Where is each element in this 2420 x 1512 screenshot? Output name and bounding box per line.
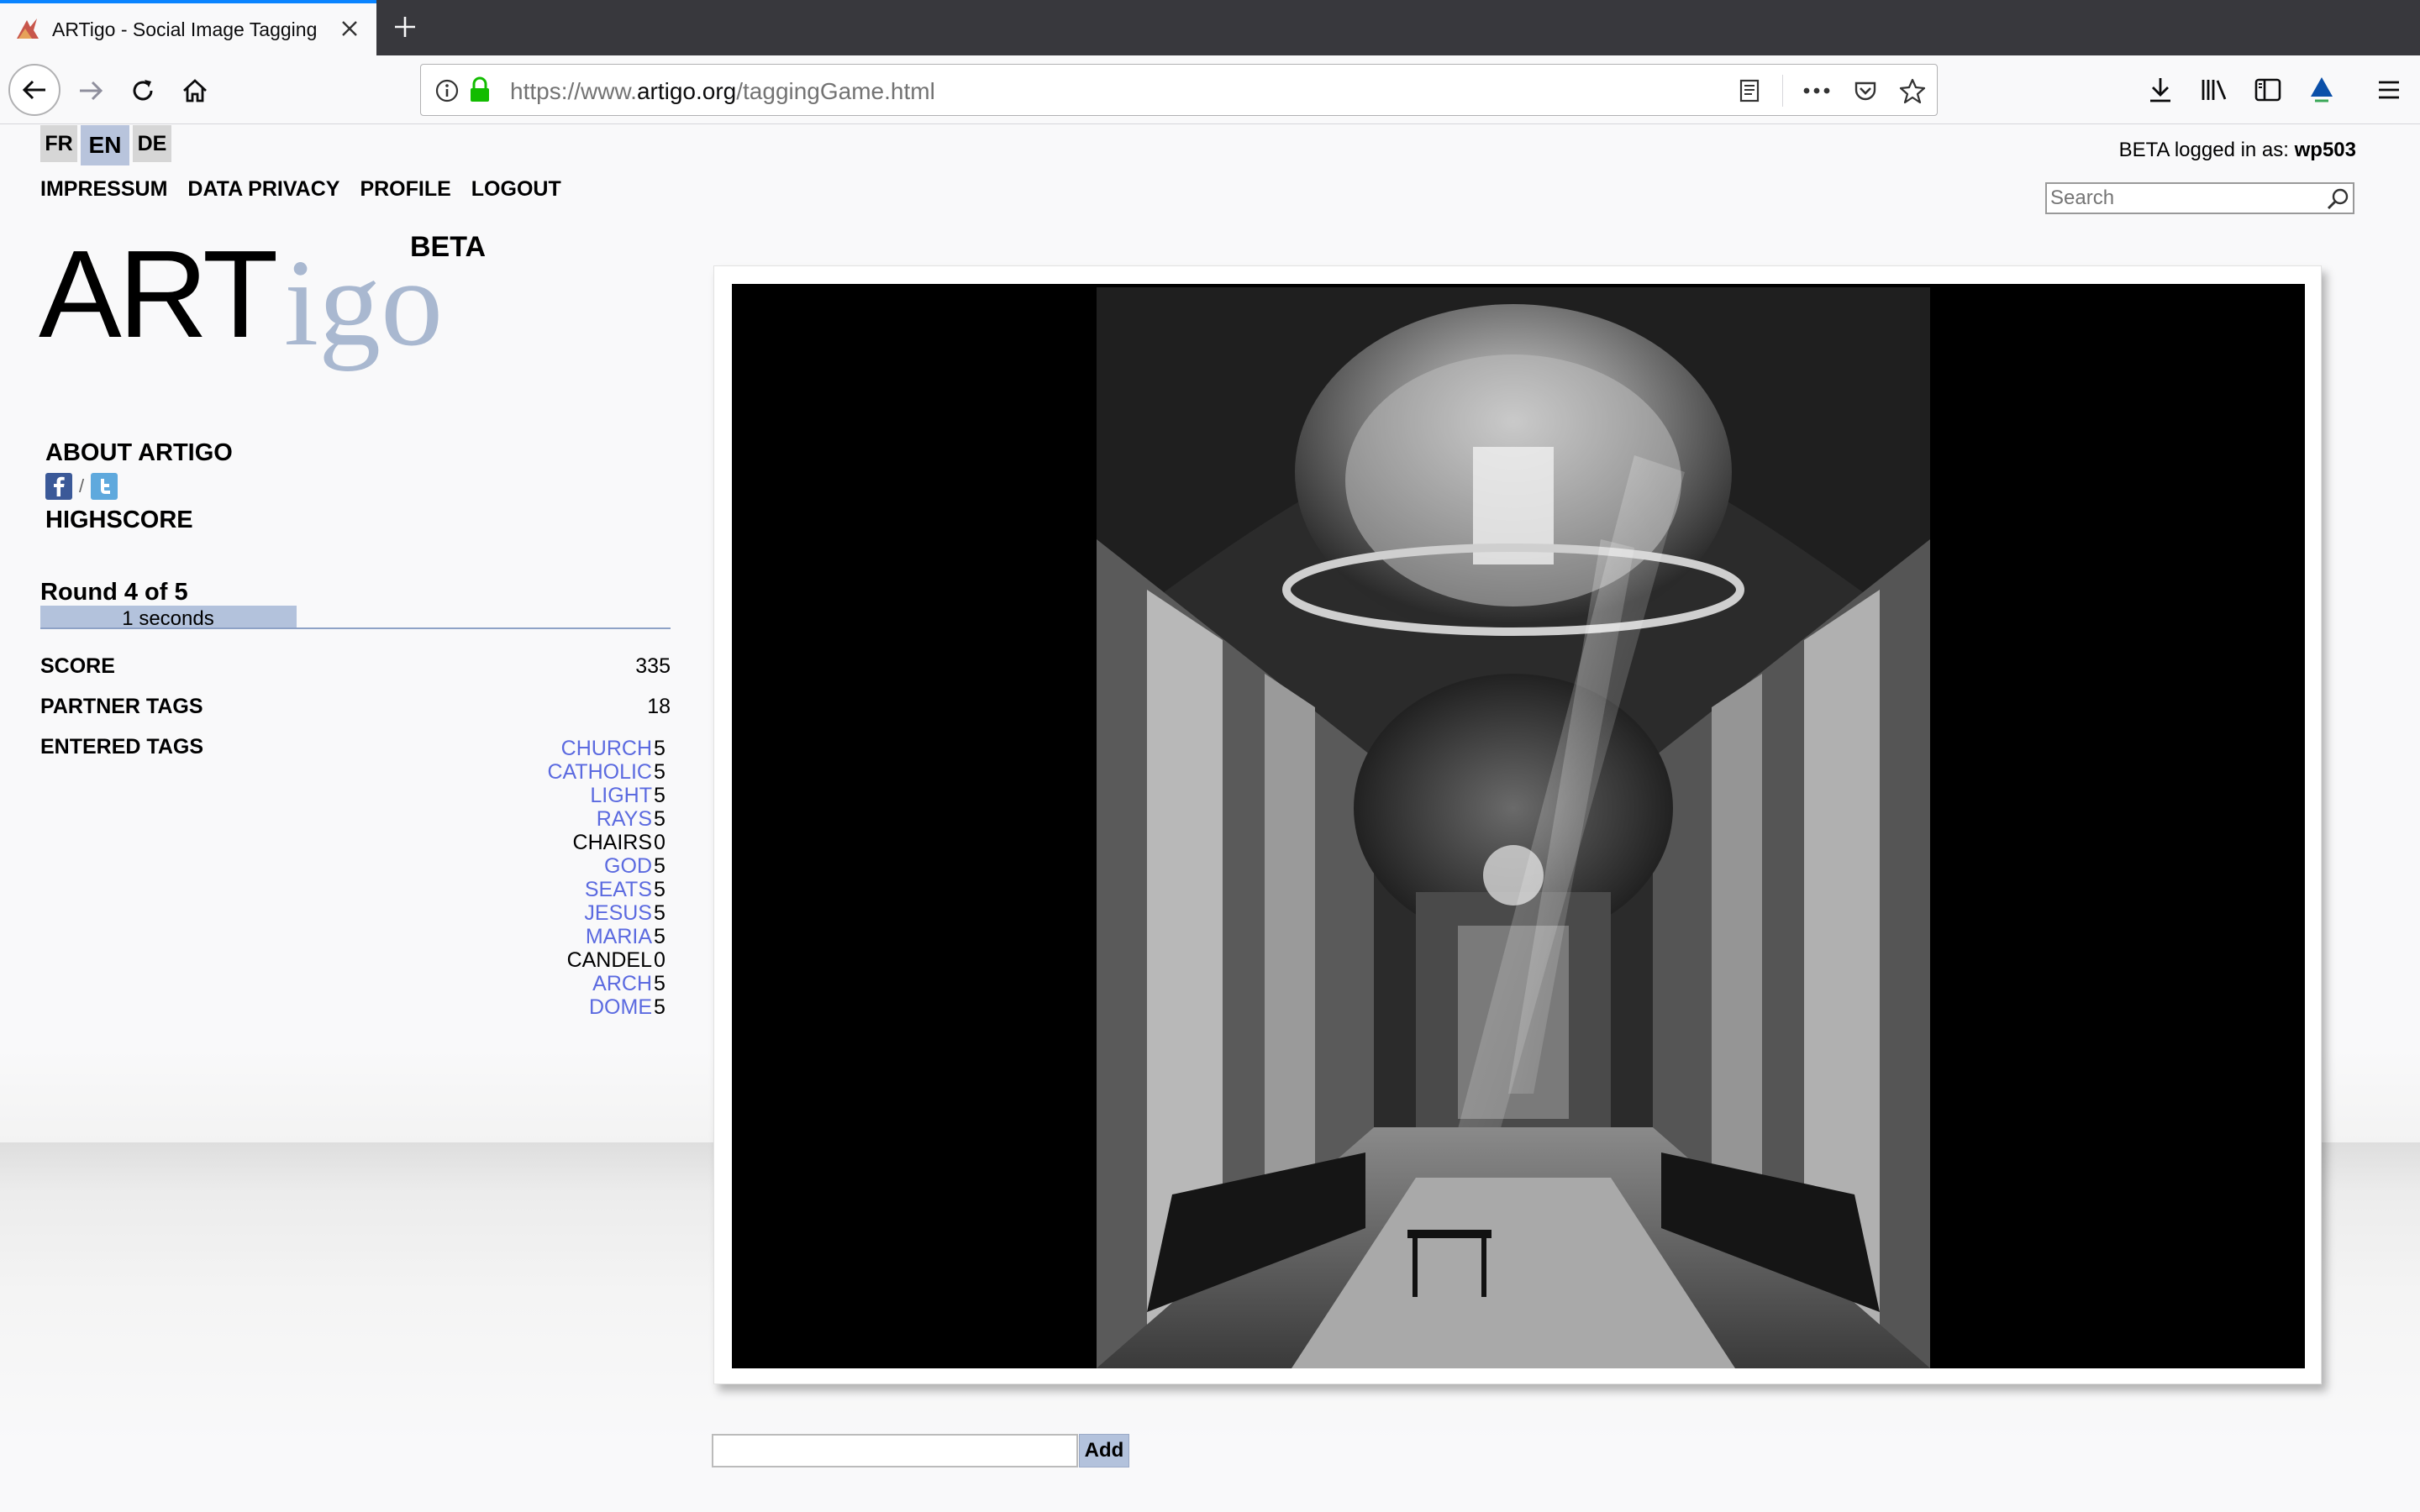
timer-bar: 1 seconds	[40, 604, 671, 630]
artwork-frame	[713, 265, 2322, 1384]
extension-icon[interactable]	[2302, 71, 2341, 109]
top-navigation: IMPRESSUM DATA PRIVACY PROFILE LOGOUT	[40, 177, 561, 202]
social-links: /	[45, 473, 118, 500]
entered-tag-name: GOD	[604, 854, 652, 878]
login-status-text: BETA logged in as:	[2118, 139, 2289, 161]
reader-view-icon[interactable]	[1733, 75, 1765, 107]
entered-tag-name: ARCH	[592, 972, 652, 995]
entered-tag-points: 5	[654, 925, 666, 948]
entered-tag-points: 5	[654, 901, 666, 925]
entered-tag-name: CATHOLIC	[547, 760, 652, 784]
info-circle-icon[interactable]	[434, 78, 460, 103]
highscore-link[interactable]: HIGHSCORE	[45, 507, 193, 534]
address-bar[interactable]: https://www.artigo.org/taggingGame.html	[420, 64, 1938, 116]
entered-tag-points: 5	[654, 995, 666, 1019]
entered-tag-row: CHURCH 5	[471, 737, 669, 760]
entered-tag-name: JESUS	[584, 901, 652, 925]
artigo-favicon-icon	[17, 18, 39, 39]
back-arrow-icon[interactable]	[8, 64, 60, 116]
score-value: 335	[635, 654, 671, 678]
entered-tags-label: ENTERED TAGS	[40, 735, 203, 759]
entered-tag-points: 5	[654, 854, 666, 878]
urlbar-divider	[1782, 75, 1783, 107]
browser-navbar: https://www.artigo.org/taggingGame.html	[0, 55, 2420, 124]
hamburger-menu-icon[interactable]	[2370, 71, 2408, 109]
logo-art-text: ART	[39, 225, 278, 364]
artwork-image	[1097, 287, 1930, 1368]
nav-impressum-link[interactable]: IMPRESSUM	[40, 177, 167, 202]
entered-tag-row: LIGHT 5	[471, 784, 669, 807]
twitter-icon[interactable]	[91, 473, 118, 500]
entered-tag-name: CANDEL	[566, 948, 652, 972]
nav-data-privacy-link[interactable]: DATA PRIVACY	[187, 177, 339, 202]
lang-fr-button[interactable]: FR	[40, 125, 77, 162]
add-tag-button[interactable]: Add	[1079, 1434, 1129, 1467]
facebook-icon[interactable]	[45, 473, 72, 500]
tag-input[interactable]	[712, 1434, 1078, 1467]
entered-tag-name: DOME	[589, 995, 652, 1019]
entered-tag-points: 5	[654, 760, 666, 784]
search-box	[2045, 182, 2354, 214]
entered-tag-row: DOME 5	[471, 995, 669, 1019]
entered-tag-row: CHAIRS 0	[471, 831, 669, 854]
page: FR EN DE IMPRESSUM DATA PRIVACY PROFILE …	[0, 125, 2420, 1512]
home-icon[interactable]	[171, 67, 218, 114]
pocket-icon[interactable]	[1849, 75, 1881, 107]
entered-tag-row: CANDEL 0	[471, 948, 669, 972]
entered-tag-row: SEATS 5	[471, 878, 669, 901]
entered-tag-name: SEATS	[584, 878, 652, 901]
entered-tag-row: RAYS 5	[471, 807, 669, 831]
browser-tab-active[interactable]: ARTigo - Social Image Tagging	[0, 0, 376, 55]
entered-tag-name: MARIA	[585, 925, 652, 948]
entered-tag-name: CHURCH	[560, 737, 652, 760]
entered-tag-name: LIGHT	[590, 784, 652, 807]
social-separator: /	[79, 475, 85, 496]
entered-tag-row: GOD 5	[471, 854, 669, 878]
library-icon[interactable]	[2195, 71, 2233, 109]
tab-title: ARTigo - Social Image Tagging	[52, 18, 318, 40]
search-input[interactable]	[2047, 184, 2316, 213]
lang-en-button[interactable]: EN	[81, 125, 129, 165]
artigo-logo[interactable]: ART igo BETA	[39, 225, 509, 384]
artwork-stage	[732, 284, 2305, 1368]
entered-tag-points: 5	[654, 972, 666, 995]
about-artigo-link[interactable]: ABOUT ARTIGO	[45, 439, 233, 467]
magnifier-icon[interactable]	[2326, 187, 2349, 211]
entered-tag-row: ARCH 5	[471, 972, 669, 995]
entered-tag-row: JESUS 5	[471, 901, 669, 925]
score-label: SCORE	[40, 654, 115, 678]
round-indicator: Round 4 of 5	[40, 579, 188, 606]
entered-tag-points: 5	[654, 807, 666, 831]
partner-tags-value: 18	[647, 695, 671, 718]
nav-logout-link[interactable]: LOGOUT	[471, 177, 561, 202]
lang-de-button[interactable]: DE	[133, 125, 171, 162]
padlock-icon[interactable]	[468, 76, 492, 103]
more-actions-icon[interactable]	[1801, 75, 1833, 107]
reload-icon[interactable]	[119, 67, 166, 114]
entered-tag-name: CHAIRS	[572, 831, 652, 854]
entered-tag-row: CATHOLIC 5	[471, 760, 669, 784]
downloads-icon[interactable]	[2141, 71, 2180, 109]
url-text[interactable]: https://www.artigo.org/taggingGame.html	[510, 78, 935, 105]
entered-tag-name: RAYS	[596, 807, 652, 831]
forward-arrow-icon[interactable]	[67, 67, 114, 114]
sidebar-toggle-icon[interactable]	[2249, 71, 2287, 109]
entered-tag-points: 5	[654, 737, 666, 760]
entered-tag-row: MARIA 5	[471, 925, 669, 948]
entered-tag-points: 5	[654, 878, 666, 901]
entered-tag-points: 5	[654, 784, 666, 807]
entered-tags-list: CHURCH 5 CATHOLIC 5 LIGHT 5 RAYS 5 CHAIRS 0 GOD 5 SE…	[471, 737, 669, 1019]
tab-close-icon[interactable]	[336, 15, 363, 42]
partner-tags-label: PARTNER TAGS	[40, 695, 203, 718]
logo-beta-badge: BETA	[410, 231, 487, 263]
nav-profile-link[interactable]: PROFILE	[360, 177, 450, 202]
bookmark-star-icon[interactable]	[1897, 75, 1928, 107]
timer-text: 1 seconds	[122, 607, 214, 630]
login-status: BETA logged in as: wp503	[2119, 139, 2356, 162]
entered-tag-points: 0	[654, 831, 666, 854]
entered-tag-points: 0	[654, 948, 666, 972]
browser-tabbar: ARTigo - Social Image Tagging	[0, 0, 2420, 55]
new-tab-plus-icon[interactable]	[388, 10, 422, 44]
login-username: wp503	[2294, 139, 2356, 161]
